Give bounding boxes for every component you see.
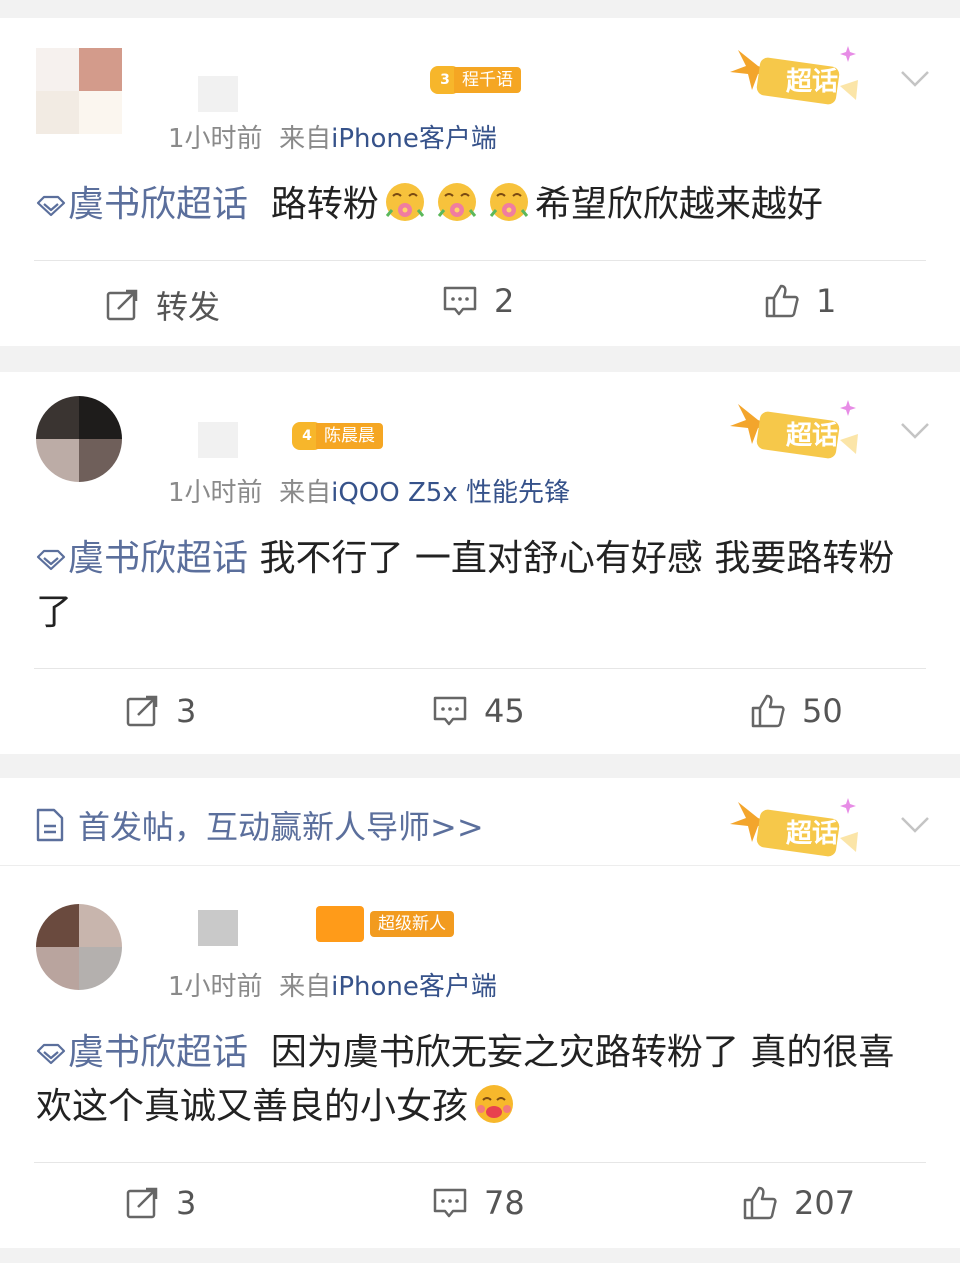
comment-count: 45 — [484, 692, 525, 730]
avatar[interactable] — [36, 396, 122, 482]
post-text: 路转粉 — [270, 184, 379, 225]
kiss-emoji-icon — [472, 1082, 516, 1126]
divider — [34, 1162, 926, 1163]
repost-count: 3 — [176, 1184, 197, 1222]
topic-link[interactable]: 虞书欣超话 — [36, 538, 248, 579]
username-redacted[interactable] — [198, 422, 238, 458]
fan-level-badge: 4 陈晨晨 — [292, 422, 383, 450]
newbie-badge: 超级新人 — [316, 906, 454, 942]
post-meta: 1小时前 来自iPhone客户端 — [168, 118, 497, 155]
repost-label: 转发 — [156, 288, 221, 326]
newbie-badge-icon — [316, 906, 364, 942]
repost-button[interactable]: 3 — [124, 1184, 196, 1222]
repost-button[interactable]: 3 — [124, 692, 196, 730]
action-bar: 3 78 207 — [0, 1174, 960, 1234]
diamond-icon — [36, 549, 66, 571]
from-prefix: 来自 — [279, 478, 332, 508]
post-content: 虞书欣超话 我不行了 一直对舒心有好感 我要路转粉了 — [36, 532, 920, 640]
badge-label: 陈晨晨 — [316, 423, 383, 449]
super-topic-label: 超话 — [786, 819, 838, 849]
avatar[interactable] — [36, 904, 122, 990]
chevron-down-icon[interactable] — [900, 816, 930, 834]
like-button[interactable]: 50 — [750, 692, 843, 730]
comment-count: 78 — [484, 1184, 525, 1222]
username-redacted[interactable] — [198, 76, 238, 112]
post-text: 希望欣欣越来越好 — [534, 184, 823, 225]
new-user-notice[interactable]: 首发帖，互动赢新人导师>> 超话 — [0, 778, 960, 878]
flower-emoji-icon — [435, 180, 479, 224]
post-source[interactable]: iQOO Z5x 性能先锋 — [331, 478, 570, 508]
repost-button[interactable]: 转发 — [104, 282, 220, 328]
post-card: 超级新人 1小时前 来自iPhone客户端 虞书欣超话 因为虞书欣无妄之灾路转粉… — [0, 878, 960, 1248]
topic-link[interactable]: 虞书欣超话 — [36, 184, 248, 225]
comment-button[interactable]: 78 — [432, 1184, 525, 1222]
like-count: 207 — [794, 1184, 856, 1222]
divider — [34, 668, 926, 669]
avatar[interactable] — [36, 48, 122, 134]
post-content: 虞书欣超话 路转粉 希望欣欣越来越好 — [36, 178, 920, 232]
comment-button[interactable]: 2 — [442, 282, 514, 320]
post-time: 1小时前 — [168, 124, 263, 154]
chevron-down-icon[interactable] — [900, 422, 930, 440]
action-bar: 转发 2 1 — [0, 274, 960, 334]
badge-label: 超级新人 — [370, 911, 454, 937]
repost-icon — [104, 287, 140, 323]
topic-name: 虞书欣超话 — [68, 538, 249, 579]
comment-icon — [432, 693, 468, 729]
like-count: 1 — [816, 282, 837, 320]
document-icon — [36, 808, 64, 842]
super-topic-label: 超话 — [786, 67, 838, 97]
divider — [0, 865, 960, 866]
notice-text[interactable]: 首发帖，互动赢新人导师>> — [78, 802, 484, 848]
like-button[interactable]: 207 — [742, 1184, 855, 1222]
super-topic-icon[interactable]: 超话 — [728, 794, 868, 864]
action-bar: 3 45 50 — [0, 682, 960, 742]
thumbs-up-icon — [764, 283, 800, 319]
repost-icon — [124, 693, 160, 729]
post-card: 3 程千语 超话 1小时前 来自iPhone客户端 虞书欣超话 路转粉 希望欣欣越… — [0, 18, 960, 346]
chevron-down-icon[interactable] — [900, 70, 930, 88]
post-meta: 1小时前 来自iQOO Z5x 性能先锋 — [168, 472, 570, 509]
post-source[interactable]: iPhone客户端 — [331, 972, 497, 1002]
super-topic-label: 超话 — [786, 421, 838, 451]
thumbs-up-icon — [750, 693, 786, 729]
post-source[interactable]: iPhone客户端 — [331, 124, 497, 154]
like-button[interactable]: 1 — [764, 282, 836, 320]
topic-name: 虞书欣超话 — [68, 1032, 249, 1073]
flower-emoji-icon — [487, 180, 531, 224]
super-topic-icon[interactable]: 超话 — [728, 42, 868, 112]
diamond-icon — [36, 195, 66, 217]
diamond-icon — [36, 1043, 66, 1065]
repost-icon — [124, 1185, 160, 1221]
post-card: 4 陈晨晨 超话 1小时前 来自iQOO Z5x 性能先锋 虞书欣超话 我不行了… — [0, 372, 960, 754]
super-topic-icon[interactable]: 超话 — [728, 396, 868, 466]
badge-label: 程千语 — [454, 67, 521, 93]
fan-level-badge: 3 程千语 — [430, 66, 521, 94]
post-content: 虞书欣超话 因为虞书欣无妄之灾路转粉了 真的很喜欢这个真诚又善良的小女孩 — [36, 1026, 920, 1134]
post-meta: 1小时前 来自iPhone客户端 — [168, 966, 497, 1003]
topic-name: 虞书欣超话 — [68, 184, 249, 225]
comment-icon — [432, 1185, 468, 1221]
from-prefix: 来自 — [279, 124, 332, 154]
thumbs-up-icon — [742, 1185, 778, 1221]
comment-count: 2 — [494, 282, 515, 320]
username-redacted[interactable] — [198, 910, 238, 946]
comment-button[interactable]: 45 — [432, 692, 525, 730]
post-time: 1小时前 — [168, 972, 263, 1002]
divider — [34, 260, 926, 261]
flower-emoji-icon — [383, 180, 427, 224]
topic-link[interactable]: 虞书欣超话 — [36, 1032, 248, 1073]
like-count: 50 — [802, 692, 843, 730]
from-prefix: 来自 — [279, 972, 332, 1002]
post-time: 1小时前 — [168, 478, 263, 508]
repost-count: 3 — [176, 692, 197, 730]
comment-icon — [442, 283, 478, 319]
